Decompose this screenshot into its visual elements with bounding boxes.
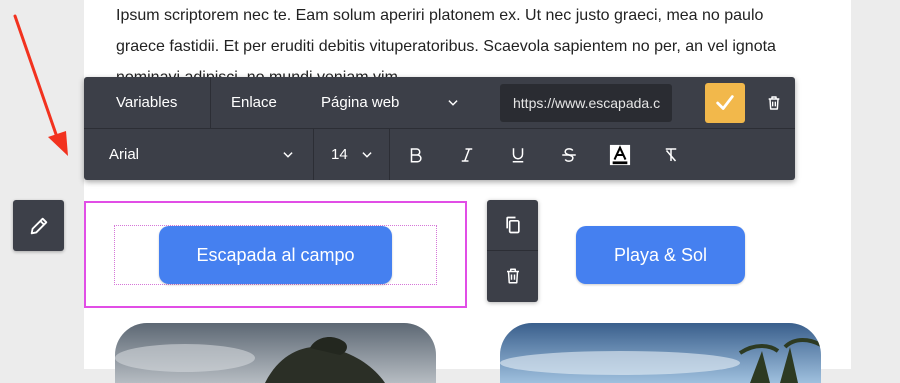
- escapada-button[interactable]: Escapada al campo: [159, 226, 392, 284]
- underline-icon: [512, 147, 523, 162]
- trash-icon: [506, 268, 519, 284]
- text-format-toolbar: Variables Enlace Página web https://www.…: [84, 77, 795, 180]
- trash-icon: [768, 96, 780, 110]
- underline-button[interactable]: [492, 129, 543, 180]
- link-type-value: Página web: [321, 94, 400, 111]
- edit-button[interactable]: [13, 200, 64, 251]
- toolbar-row-link: Variables Enlace Página web https://www.…: [84, 77, 795, 129]
- check-icon: [716, 95, 734, 110]
- bold-button[interactable]: [390, 129, 441, 180]
- beach-photo: [500, 323, 821, 383]
- font-size-select[interactable]: 14: [314, 129, 390, 180]
- font-size-value: 14: [331, 146, 348, 163]
- delete-block-button[interactable]: [487, 251, 538, 301]
- paragraph-line: Ipsum scriptorem nec te. Eam solum aperi…: [116, 7, 764, 24]
- link-label-cell: Enlace: [211, 77, 300, 128]
- font-family-select[interactable]: Arial: [84, 129, 314, 180]
- copy-icon: [505, 216, 520, 234]
- strikethrough-button[interactable]: [543, 129, 594, 180]
- text-color-icon: [609, 144, 630, 165]
- link-type-select[interactable]: Página web: [300, 77, 470, 128]
- bold-icon: [410, 147, 422, 162]
- paragraph-line: graece fastidii. Et per eruditi debitis …: [116, 38, 776, 55]
- email-content-area: Ipsum scriptorem nec te. Eam solum aperi…: [84, 0, 851, 369]
- remove-link-button[interactable]: [760, 89, 788, 117]
- chevron-down-icon: [283, 152, 293, 158]
- duplicate-button[interactable]: [487, 200, 538, 251]
- text-color-button[interactable]: [594, 129, 645, 180]
- chevron-down-icon: [362, 152, 372, 158]
- chevron-down-icon: [448, 100, 458, 106]
- countryside-image: [115, 323, 436, 383]
- clear-format-button[interactable]: [645, 129, 696, 180]
- confirm-link-button[interactable]: [705, 83, 745, 123]
- landscape-photo: [115, 323, 436, 383]
- italic-icon: [461, 147, 472, 162]
- variables-button[interactable]: Variables: [84, 77, 211, 128]
- button-label: Playa & Sol: [613, 244, 708, 265]
- link-label: Enlace: [231, 94, 277, 111]
- italic-button[interactable]: [441, 129, 492, 180]
- block-tools-panel: [487, 200, 538, 302]
- font-family-value: Arial: [109, 146, 140, 163]
- strikethrough-icon: [561, 147, 576, 162]
- variables-label: Variables: [116, 94, 178, 111]
- toolbar-row-format: Arial 14: [84, 129, 795, 180]
- button-label: Escapada al campo: [196, 244, 355, 265]
- clear-format-icon: [665, 147, 676, 161]
- playa-sol-button[interactable]: Playa & Sol: [576, 226, 745, 284]
- url-input[interactable]: https://www.escapada.c: [500, 84, 672, 122]
- pencil-icon: [30, 217, 47, 234]
- beach-image: [500, 323, 821, 383]
